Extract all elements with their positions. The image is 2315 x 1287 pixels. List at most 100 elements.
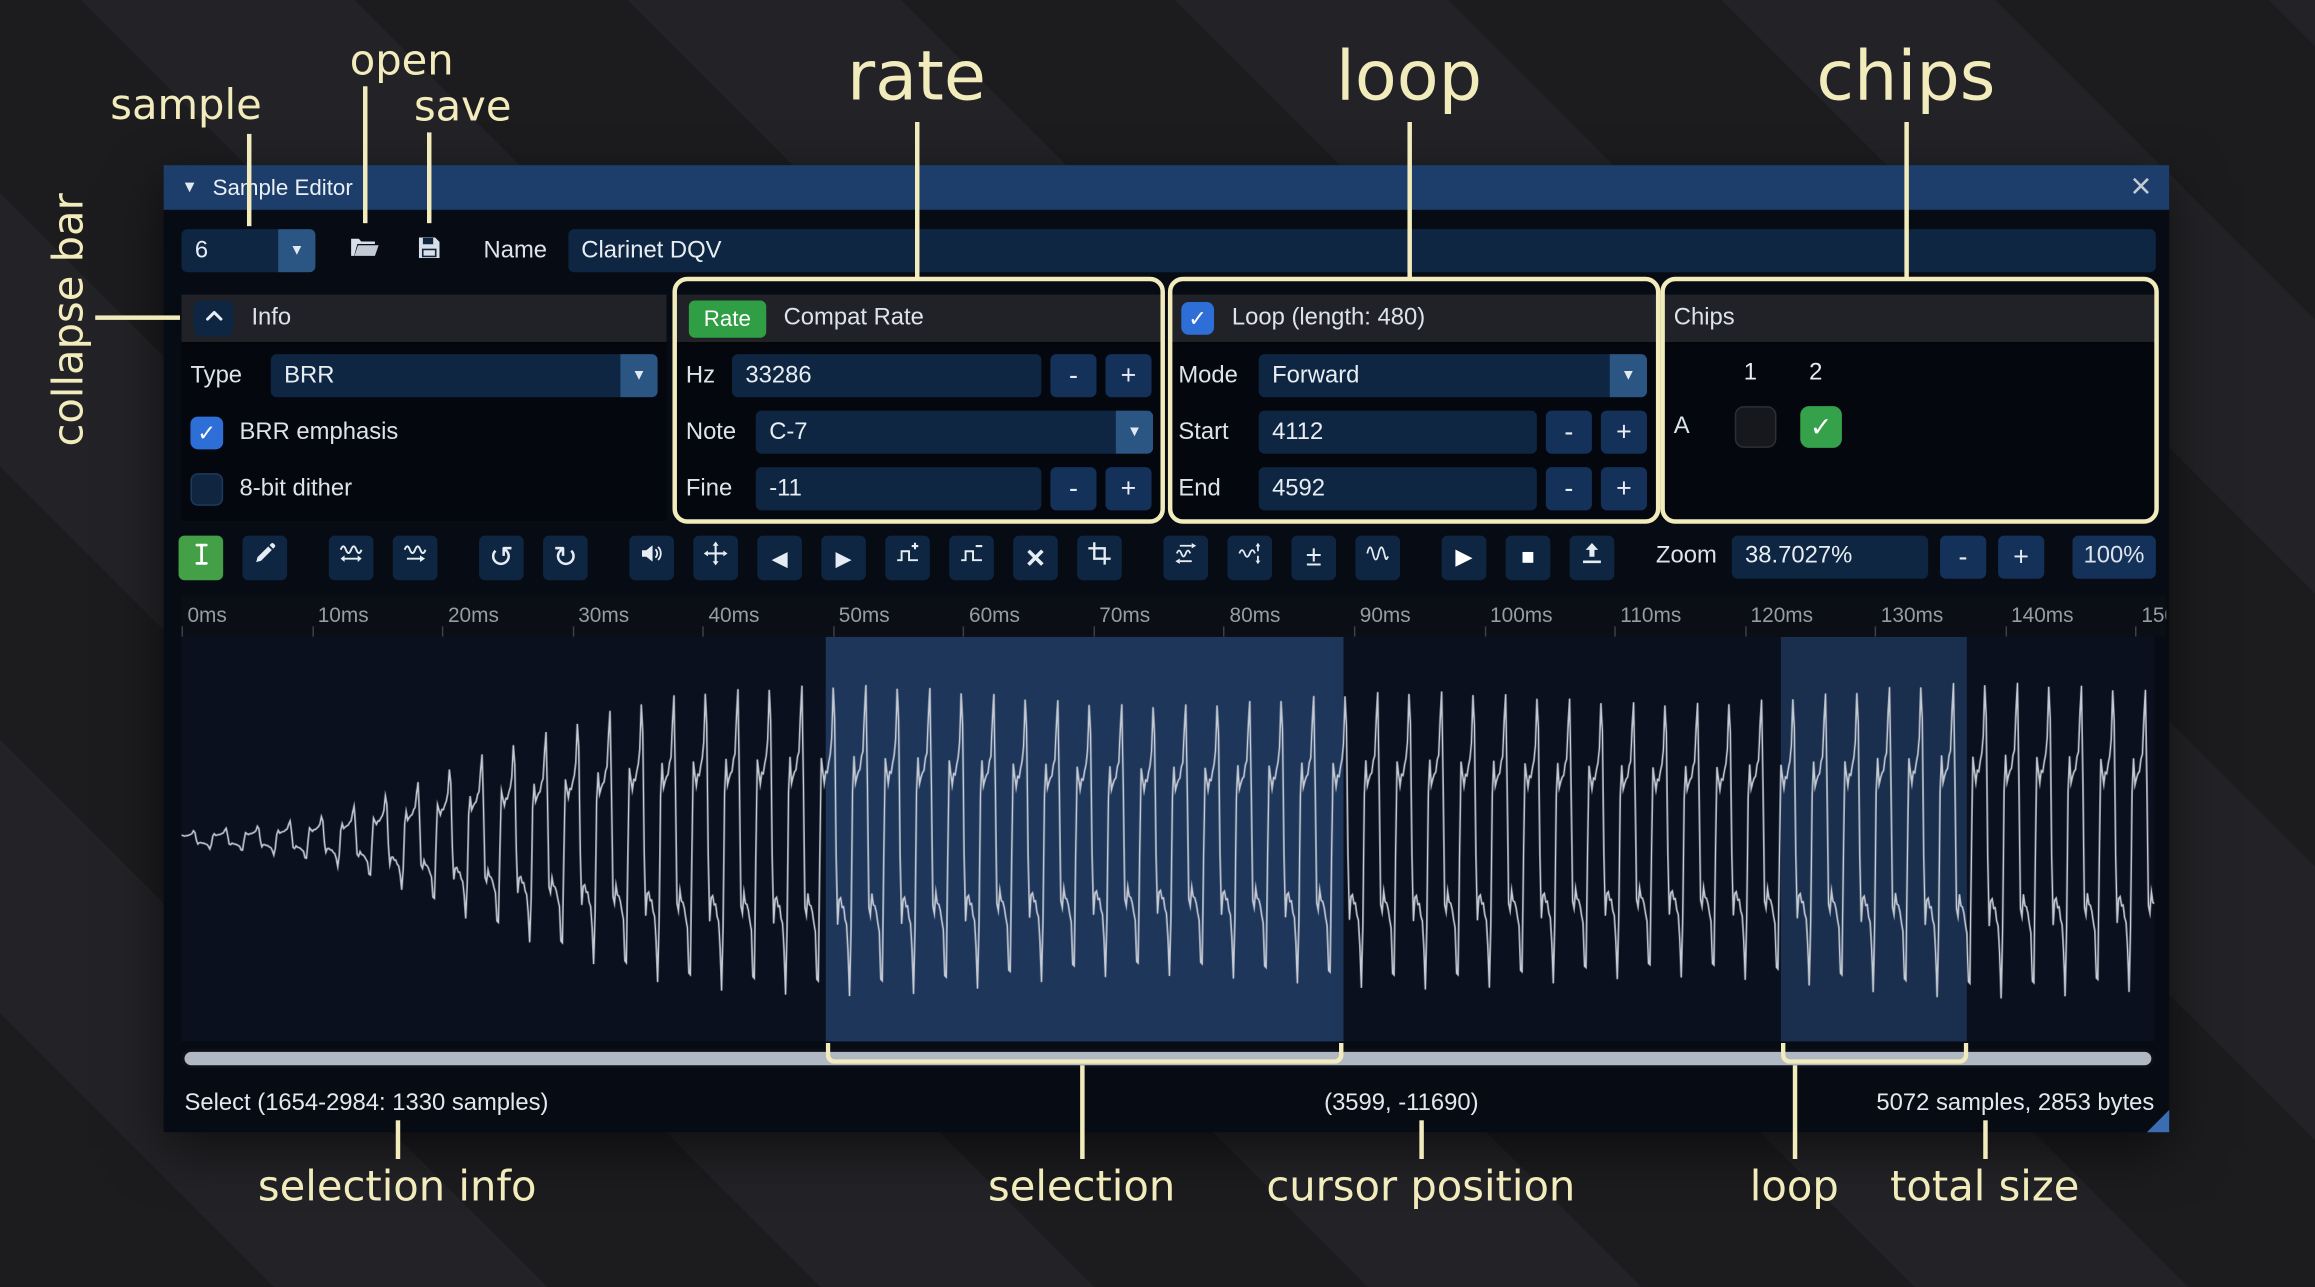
- time-ruler[interactable]: 0ms10ms20ms30ms40ms50ms60ms70ms80ms90ms1…: [182, 595, 2167, 637]
- zoom-controls: Zoom 38.7027% - + 100%: [1656, 534, 2156, 579]
- zoom-reset-button[interactable]: 100%: [2072, 535, 2155, 578]
- ruler-tick: [1745, 626, 1746, 636]
- resize-button[interactable]: [329, 535, 374, 580]
- zoom-input[interactable]: 38.7027%: [1732, 535, 1928, 578]
- status-bar: Select (1654-2984: 1330 samples) (3599, …: [182, 1086, 2155, 1125]
- window-collapse-icon[interactable]: ▼: [182, 179, 198, 197]
- trim-button[interactable]: [1077, 535, 1122, 580]
- redo-button[interactable]: ↻: [543, 535, 588, 580]
- annotation-rate-box: [672, 277, 1164, 524]
- apply-silence-button[interactable]: [949, 535, 994, 580]
- annotation-loop-box: [1168, 277, 1660, 524]
- normalize-button[interactable]: [693, 535, 738, 580]
- ruler-tick: [963, 626, 964, 636]
- preview-icon: ▶: [1455, 546, 1472, 568]
- sign-icon: ±: [1306, 543, 1322, 571]
- ruler-tick-label: 130ms: [1881, 603, 1944, 627]
- annotation-cursor-position-line: [1419, 1120, 1423, 1159]
- fade-out-button[interactable]: ▶: [821, 535, 866, 580]
- total-size-text: 5072 samples, 2853 bytes: [1876, 1091, 2154, 1118]
- pulse-plus-icon: [896, 542, 920, 573]
- chevron-down-icon: ▼: [278, 229, 315, 272]
- annotation-selection-info-line: [396, 1120, 400, 1159]
- ruler-tick-label: 70ms: [1099, 603, 1150, 627]
- wave-invert-icon: [1238, 542, 1262, 573]
- sample-type-select[interactable]: BRR ▼: [271, 354, 658, 397]
- window-title: Sample Editor: [213, 175, 353, 200]
- ruler-tick: [1093, 626, 1094, 636]
- type-label: Type: [190, 362, 270, 389]
- ruler-tick-label: 30ms: [578, 603, 629, 627]
- annotation-rate-label: rate: [847, 36, 986, 116]
- annotation-chips-label: chips: [1816, 36, 1995, 116]
- ruler-tick: [2135, 626, 2136, 636]
- invert-button[interactable]: [1227, 535, 1272, 580]
- ruler-tick: [182, 626, 183, 636]
- name-input[interactable]: Clarinet DQV: [568, 229, 2156, 272]
- annotation-rate-line: [915, 122, 919, 278]
- edit-draw-button[interactable]: [243, 535, 288, 580]
- waveform-view[interactable]: [182, 637, 2155, 1042]
- cursor-position-text: (3599, -11690): [1324, 1091, 1478, 1118]
- folder-open-icon: [349, 235, 379, 266]
- preview-button[interactable]: ▶: [1442, 535, 1487, 580]
- ruler-tick: [1484, 626, 1485, 636]
- ruler-tick-label: 20ms: [448, 603, 499, 627]
- brr-emphasis-checkbox[interactable]: [190, 416, 223, 449]
- annotation-sample-label: sample: [110, 80, 261, 129]
- pencil-icon: [253, 542, 277, 573]
- edit-select-button[interactable]: [179, 535, 224, 580]
- dither-row: 8-bit dither: [190, 467, 657, 510]
- fade-in-button[interactable]: ◀: [757, 535, 802, 580]
- ruler-tick-label: 40ms: [708, 603, 759, 627]
- ruler-tick: [833, 626, 834, 636]
- filter-button[interactable]: [1355, 535, 1400, 580]
- ruler-tick-label: 100ms: [1490, 603, 1553, 627]
- ruler-tick: [442, 626, 443, 636]
- close-icon[interactable]: ×: [2131, 168, 2152, 207]
- annotation-selection-bracket: [826, 1043, 1344, 1064]
- amplify-button[interactable]: [629, 535, 674, 580]
- dither-checkbox[interactable]: [190, 472, 223, 505]
- dither-label: 8-bit dither: [240, 475, 352, 502]
- annotation-total-size-label: total size: [1890, 1162, 2079, 1211]
- save-button[interactable]: [408, 229, 451, 272]
- screenshot-stage: ▼ Sample Editor × 6 ▼ Name Clarinet DQV: [0, 0, 2315, 1287]
- ruler-tick-label: 0ms: [187, 603, 226, 627]
- zoom-in-button[interactable]: +: [1998, 535, 2044, 578]
- make-instrument-button[interactable]: [1570, 535, 1615, 580]
- titlebar[interactable]: ▼ Sample Editor ×: [164, 165, 2170, 210]
- zoom-label: Zoom: [1656, 543, 1717, 570]
- resample-button[interactable]: [393, 535, 438, 580]
- sign-button[interactable]: ±: [1291, 535, 1336, 580]
- annotation-collapse-bar-line: [95, 315, 180, 319]
- ruler-tick-label: 140ms: [2011, 603, 2074, 627]
- speaker-icon: [640, 542, 664, 573]
- annotation-collapse-bar-label: collapse bar: [44, 193, 93, 446]
- ibeam-icon: [188, 541, 213, 574]
- collapse-bar-button[interactable]: [193, 301, 233, 337]
- annotation-loop-marker-label: loop: [1750, 1162, 1839, 1211]
- fade-in-icon: ◀: [772, 547, 788, 568]
- annotation-open-label: open: [350, 36, 454, 85]
- annotation-chips-box: [1660, 277, 2158, 524]
- resize-grip[interactable]: [2147, 1110, 2169, 1132]
- zoom-out-button[interactable]: -: [1940, 535, 1986, 578]
- open-button[interactable]: [342, 229, 385, 272]
- reverse-button[interactable]: [1163, 535, 1208, 580]
- ruler-tick: [1224, 626, 1225, 636]
- annotation-chips-line: [1904, 122, 1908, 278]
- stop-button[interactable]: ■: [1506, 535, 1551, 580]
- annotation-selection-label: selection: [988, 1162, 1175, 1211]
- annotation-total-size-line: [1983, 1120, 1987, 1159]
- insert-silence-button[interactable]: [885, 535, 930, 580]
- chevron-down-icon: ▼: [620, 354, 657, 397]
- sample-select[interactable]: 6 ▼: [182, 229, 316, 272]
- annotation-save-line: [427, 132, 431, 223]
- wave-reverse-icon: [1174, 542, 1198, 573]
- arrows-icon: [704, 542, 728, 573]
- undo-button[interactable]: ↺: [479, 535, 524, 580]
- delete-button[interactable]: ×: [1013, 535, 1058, 580]
- annotation-loop-label: loop: [1336, 36, 1482, 116]
- ruler-tick: [572, 626, 573, 636]
